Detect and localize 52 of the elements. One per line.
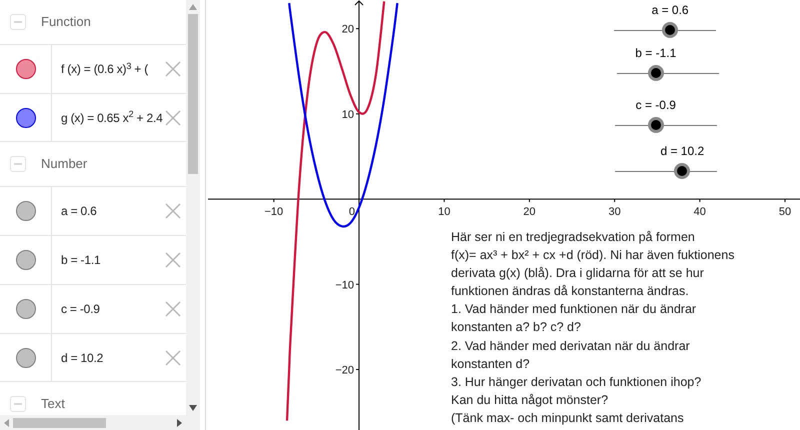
- y-tick-label: 20: [342, 24, 354, 36]
- slider-label: d = 10.2: [660, 143, 704, 160]
- scroll-right-icon[interactable]: [177, 418, 182, 426]
- algebra-row[interactable]: a = 0.6: [0, 186, 186, 235]
- y-tick-label: −20: [335, 364, 354, 376]
- algebra-expression: f (x) = (0.6 x)$^{3}$ + (: [61, 60, 148, 78]
- slider[interactable]: [614, 21, 716, 39]
- slider[interactable]: [615, 116, 717, 134]
- delete-icon[interactable]: [165, 110, 181, 126]
- slider-thumb[interactable]: [648, 65, 664, 81]
- slider-thumb[interactable]: [662, 22, 678, 38]
- algebra-row[interactable]: c = -0.9: [0, 284, 186, 333]
- x-tick-label: −10: [264, 206, 284, 218]
- algebra-expression: a = 0.6: [61, 203, 97, 220]
- delete-icon[interactable]: [165, 203, 181, 219]
- group-title: Number: [41, 155, 88, 174]
- collapse-toggle[interactable]: [10, 396, 26, 412]
- slider-label: c = -0.9: [636, 97, 676, 114]
- x-tick-label: 10: [438, 206, 450, 218]
- scroll-left-icon[interactable]: [4, 418, 9, 426]
- delete-icon[interactable]: [165, 252, 181, 268]
- algebra-row[interactable]: b = -1.1: [0, 235, 186, 284]
- slider-label: b = -1.1: [635, 45, 676, 62]
- slider-thumb[interactable]: [674, 163, 690, 179]
- instructions-text: Här ser ni en tredjegradsekvation på formen f(x)= ax³ + bx² + cx +d (röd). Ni har även fuktionens derivata g(x) (blå). Dra i glidarna för att se hur funktionen ändras då konstanterna ändras. 1. Vad händer med funktionen när du ändrar konstanten a? b? c? d? 2. Vad händer med derivatan när du ändrar konstanten d? 3. Hur hänger derivatan och funktionen ihop? Kan du hitta något mönster? (Tänk max- och minpunkt samt derivatans: [451, 229, 734, 427]
- x-tick-label: 50: [778, 206, 792, 218]
- scroll-up-icon[interactable]: [189, 4, 197, 10]
- group-title: Function: [41, 13, 91, 32]
- algebra-row[interactable]: f (x) = (0.6 x)$^{3}$ + (: [0, 44, 186, 93]
- slider[interactable]: [617, 64, 719, 82]
- group-title: Text: [41, 395, 65, 414]
- x-tick-label: 40: [694, 206, 706, 218]
- slider-thumb[interactable]: [648, 117, 664, 133]
- algebra-row[interactable]: d = 10.2: [0, 333, 186, 382]
- slider-label: a = 0.6: [652, 2, 689, 19]
- delete-icon[interactable]: [165, 301, 181, 317]
- y-tick-label: 10: [342, 108, 354, 121]
- delete-icon[interactable]: [165, 61, 181, 77]
- slider[interactable]: [615, 162, 717, 180]
- delete-icon[interactable]: [165, 350, 181, 366]
- y-tick-label: −10: [335, 279, 354, 292]
- origin-label: 0: [348, 206, 356, 218]
- x-tick-label: 20: [523, 206, 536, 218]
- algebra-expression: g (x) = 0.65 x$^{2}$ + 2.4: [61, 108, 163, 126]
- algebra-row[interactable]: g (x) = 0.65 x$^{2}$ + 2.4: [0, 93, 186, 142]
- scroll-down-icon[interactable]: [189, 405, 197, 411]
- algebra-expression: b = -1.1: [61, 252, 100, 269]
- algebra-expression: c = -0.9: [61, 301, 100, 318]
- algebra-expression: d = 10.2: [61, 350, 104, 366]
- collapse-toggle[interactable]: [10, 14, 26, 30]
- collapse-toggle[interactable]: [10, 156, 26, 172]
- x-tick-label: 30: [608, 206, 621, 218]
